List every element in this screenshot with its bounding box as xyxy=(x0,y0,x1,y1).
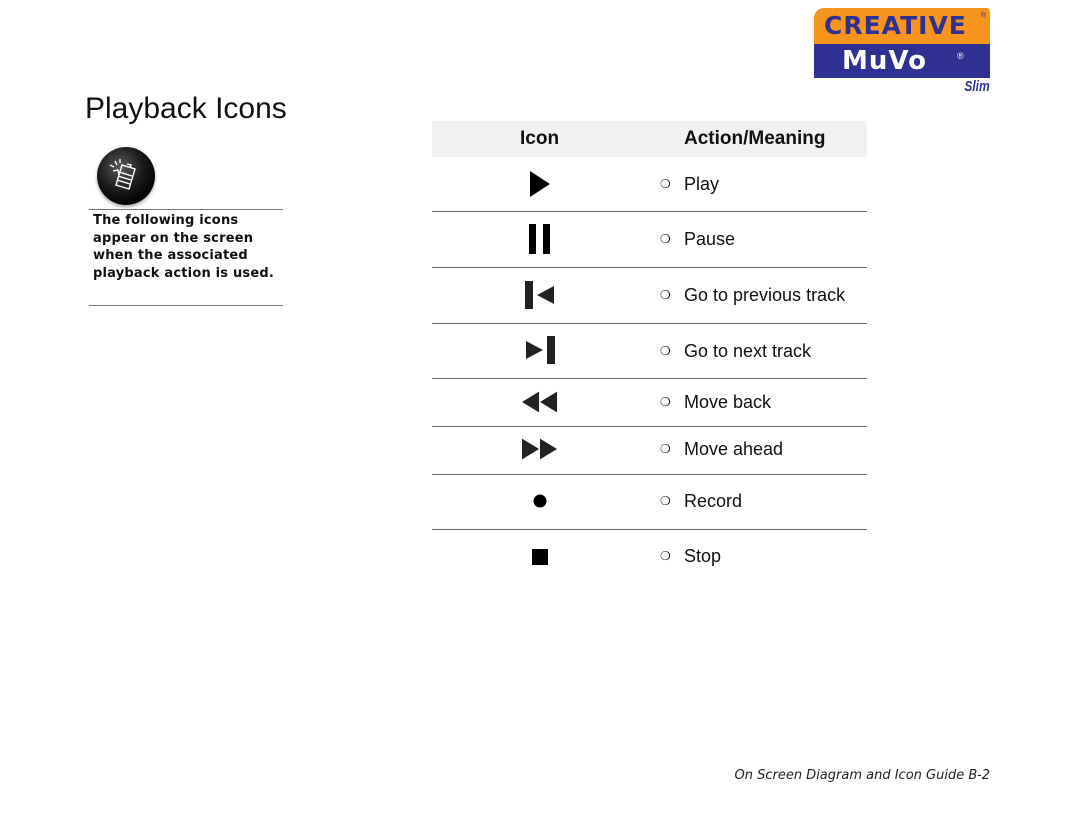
creative-muvo-logo: CREATIVE ® MuVo ® Slim xyxy=(814,8,990,96)
record-icon xyxy=(522,494,558,508)
table-row: ❍ Go to next track xyxy=(432,324,867,379)
logo-brand-text: CREATIVE xyxy=(824,11,967,40)
pause-icon xyxy=(522,224,558,254)
previous-track-icon xyxy=(522,281,558,309)
note-text: The following icons appear on the screen… xyxy=(93,213,274,281)
logo-product-registered: ® xyxy=(957,51,964,61)
action-label: Move back xyxy=(684,392,772,412)
playback-icons-table: Icon Action/Meaning ❍ Play ❍ Pause ❍ Go … xyxy=(432,121,867,584)
next-track-icon xyxy=(522,336,558,364)
logo-brand-band: CREATIVE ® xyxy=(814,8,990,44)
note-divider-bottom xyxy=(89,305,283,306)
page-title: Playback Icons xyxy=(85,92,287,125)
action-label: Play xyxy=(684,174,720,194)
table-row: ❍ Pause xyxy=(432,212,867,268)
logo-product-band: MuVo ® xyxy=(814,44,990,78)
page-footer: On Screen Diagram and Icon Guide B-2 xyxy=(734,768,990,783)
action-label: Pause xyxy=(684,229,736,249)
header-action-meaning: Action/Meaning xyxy=(684,128,826,149)
table-row: ❍ Record xyxy=(432,475,867,530)
bullet-icon: ❍ xyxy=(660,288,671,302)
table-row: ❍ Move back xyxy=(432,379,867,427)
action-label: Record xyxy=(684,491,743,511)
logo-brand-registered: ® xyxy=(980,12,986,19)
rewind-icon xyxy=(522,391,558,413)
bullet-icon: ❍ xyxy=(660,494,671,508)
logo-variant-text: Slim xyxy=(964,78,990,95)
play-icon xyxy=(522,169,558,199)
bullet-icon: ❍ xyxy=(660,344,671,358)
action-label: Go to previous track xyxy=(684,285,846,305)
note-pad-icon xyxy=(109,159,136,190)
table-row: ❍ Move ahead xyxy=(432,427,867,475)
bullet-icon: ❍ xyxy=(660,549,671,563)
bullet-icon: ❍ xyxy=(660,177,671,191)
bullet-icon: ❍ xyxy=(660,395,671,409)
logo-product-text: MuVo xyxy=(842,46,927,76)
table-row: ❍ Stop xyxy=(432,530,867,584)
bullet-icon: ❍ xyxy=(660,232,671,246)
fast-forward-icon xyxy=(522,438,558,460)
table-row: ❍ Go to previous track xyxy=(432,268,867,324)
action-label: Go to next track xyxy=(684,341,812,361)
action-label: Stop xyxy=(684,546,722,566)
header-icon: Icon xyxy=(520,128,560,149)
note-icon xyxy=(97,147,155,205)
note-divider-top xyxy=(89,209,283,210)
table-header: Icon Action/Meaning xyxy=(432,121,867,157)
table-row: ❍ Play xyxy=(432,157,867,212)
bullet-icon: ❍ xyxy=(660,442,671,456)
action-label: Move ahead xyxy=(684,439,784,459)
stop-icon xyxy=(522,549,558,565)
